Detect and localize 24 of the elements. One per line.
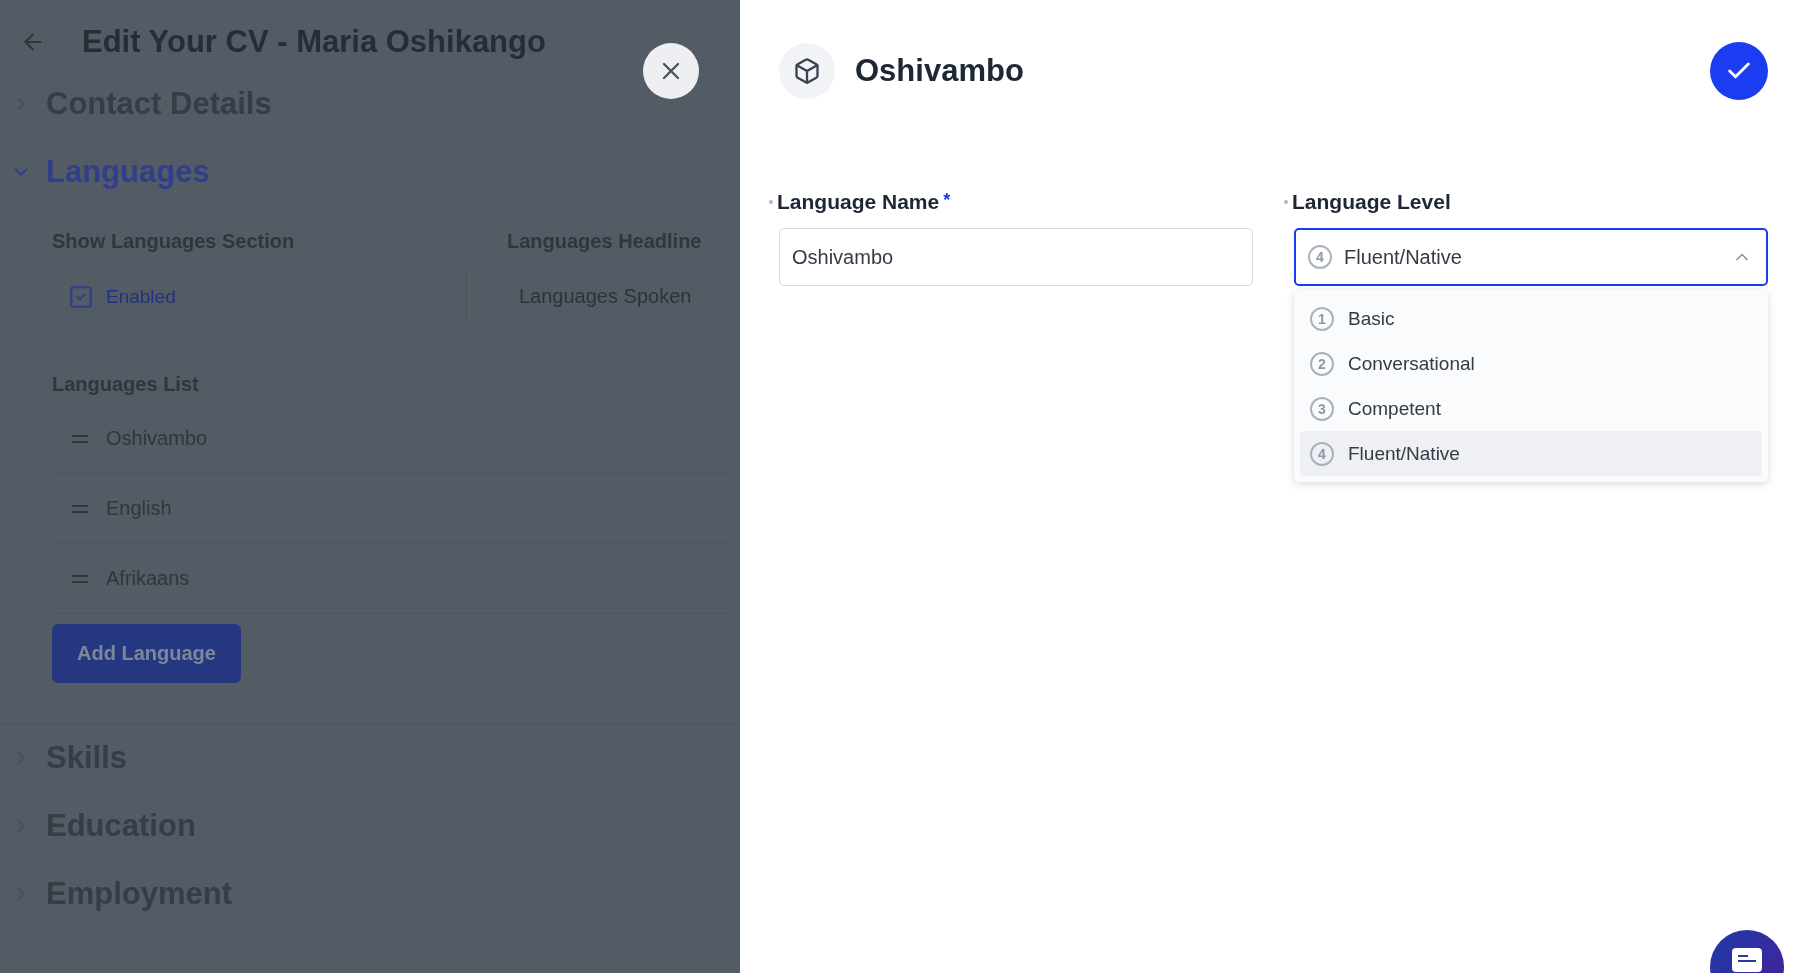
level-badge: 3	[1310, 396, 1334, 421]
field-label: Language Level	[1292, 190, 1451, 214]
required-mark: *	[943, 190, 951, 211]
option-label: Competent	[1348, 397, 1441, 420]
level-badge: 2	[1310, 351, 1334, 376]
option-label: Conversational	[1348, 352, 1475, 375]
field-label: Language Name	[777, 190, 940, 214]
dropdown-option[interactable]: 4 Fluent/Native	[1300, 431, 1762, 476]
dropdown-option[interactable]: 3 Competent	[1300, 386, 1762, 431]
message-icon	[1732, 948, 1762, 972]
dropdown-option[interactable]: 2 Conversational	[1300, 341, 1762, 386]
level-badge: 4	[1308, 245, 1332, 269]
level-badge: 4	[1310, 441, 1334, 466]
option-label: Basic	[1348, 307, 1395, 330]
dropdown-option[interactable]: 1 Basic	[1300, 296, 1762, 341]
input-field[interactable]: Oshivambo	[779, 228, 1253, 286]
add-language-button[interactable]: Add Language	[52, 624, 241, 683]
level-badge: 1	[1310, 306, 1334, 331]
cube-icon	[779, 43, 835, 99]
checkbox[interactable]	[68, 283, 94, 310]
option-label: Fluent/Native	[1348, 442, 1460, 465]
confirm-button[interactable]	[1710, 42, 1768, 100]
select-field[interactable]: 4 Fluent/Native	[1294, 228, 1768, 286]
dialog-title: Oshivambo	[855, 53, 1025, 89]
